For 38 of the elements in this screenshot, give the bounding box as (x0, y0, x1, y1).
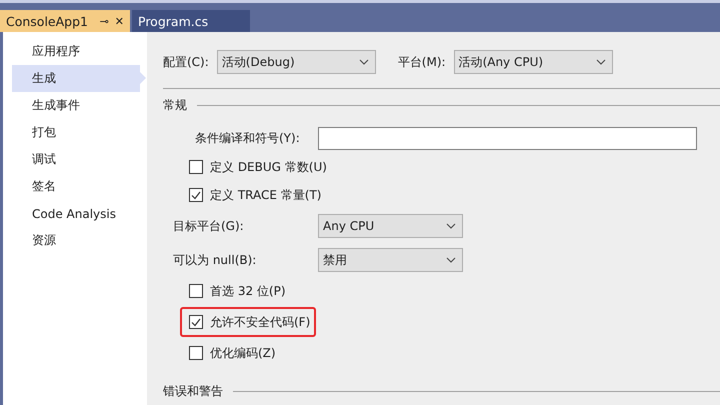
dropdown[interactable]: 禁用 (318, 248, 463, 272)
field-label: 配置(C): (163, 54, 209, 70)
pin-icon[interactable]: ⊸ (100, 14, 109, 28)
field-label: 条件编译和符号(Y): (194, 130, 301, 147)
sidebar-item[interactable]: Code Analysis (12, 200, 146, 227)
chevron-down-icon (358, 59, 369, 65)
field-label: 目标平台(G): (172, 218, 245, 234)
sidebar-item[interactable]: 生成事件 (12, 92, 146, 119)
chevron-down-icon (596, 59, 606, 65)
dropdown[interactable]: Any CPU (318, 214, 463, 238)
checkbox-row[interactable]: 优化编码(Z) (183, 341, 280, 365)
sidebar-item[interactable]: 调试 (12, 146, 146, 173)
document-tab[interactable]: ConsoleApp1 ⊸ ✕ (0, 10, 130, 32)
section-title: 常规 (163, 97, 187, 114)
chevron-down-icon (446, 223, 456, 229)
checkbox[interactable] (189, 188, 203, 202)
checkbox-row[interactable]: 定义 TRACE 常量(T) (183, 183, 326, 207)
chevron-down-icon (446, 257, 456, 263)
sidebar-item[interactable]: 应用程序 (12, 38, 146, 65)
sidebar-item[interactable]: 资源 (12, 227, 146, 254)
checkbox-row[interactable]: 定义 DEBUG 常数(U) (183, 155, 331, 179)
field-label: 平台(M): (398, 54, 446, 70)
sidebar-item[interactable]: 打包 (12, 119, 146, 146)
field-label: 可以为 null(B): (172, 252, 258, 268)
dropdown[interactable]: 活动(Any CPU) (454, 50, 613, 74)
section-title: 错误和警告 (163, 383, 223, 400)
highlighted-checkbox-row[interactable]: 允许不安全代码(F) (180, 307, 316, 337)
sidebar-item[interactable]: 签名 (12, 173, 146, 200)
dropdown[interactable]: 活动(Debug) (216, 50, 376, 74)
sidebar-item[interactable]: 生成 (12, 65, 146, 92)
document-tab[interactable]: Program.cs (132, 10, 250, 32)
checkbox-row[interactable]: 首选 32 位(P) (183, 279, 290, 303)
input-field[interactable] (318, 127, 697, 150)
checkbox[interactable] (189, 346, 203, 360)
close-icon[interactable]: ✕ (114, 14, 124, 28)
checkbox[interactable] (189, 315, 203, 329)
checkbox[interactable] (189, 160, 203, 174)
checkbox[interactable] (189, 284, 203, 298)
